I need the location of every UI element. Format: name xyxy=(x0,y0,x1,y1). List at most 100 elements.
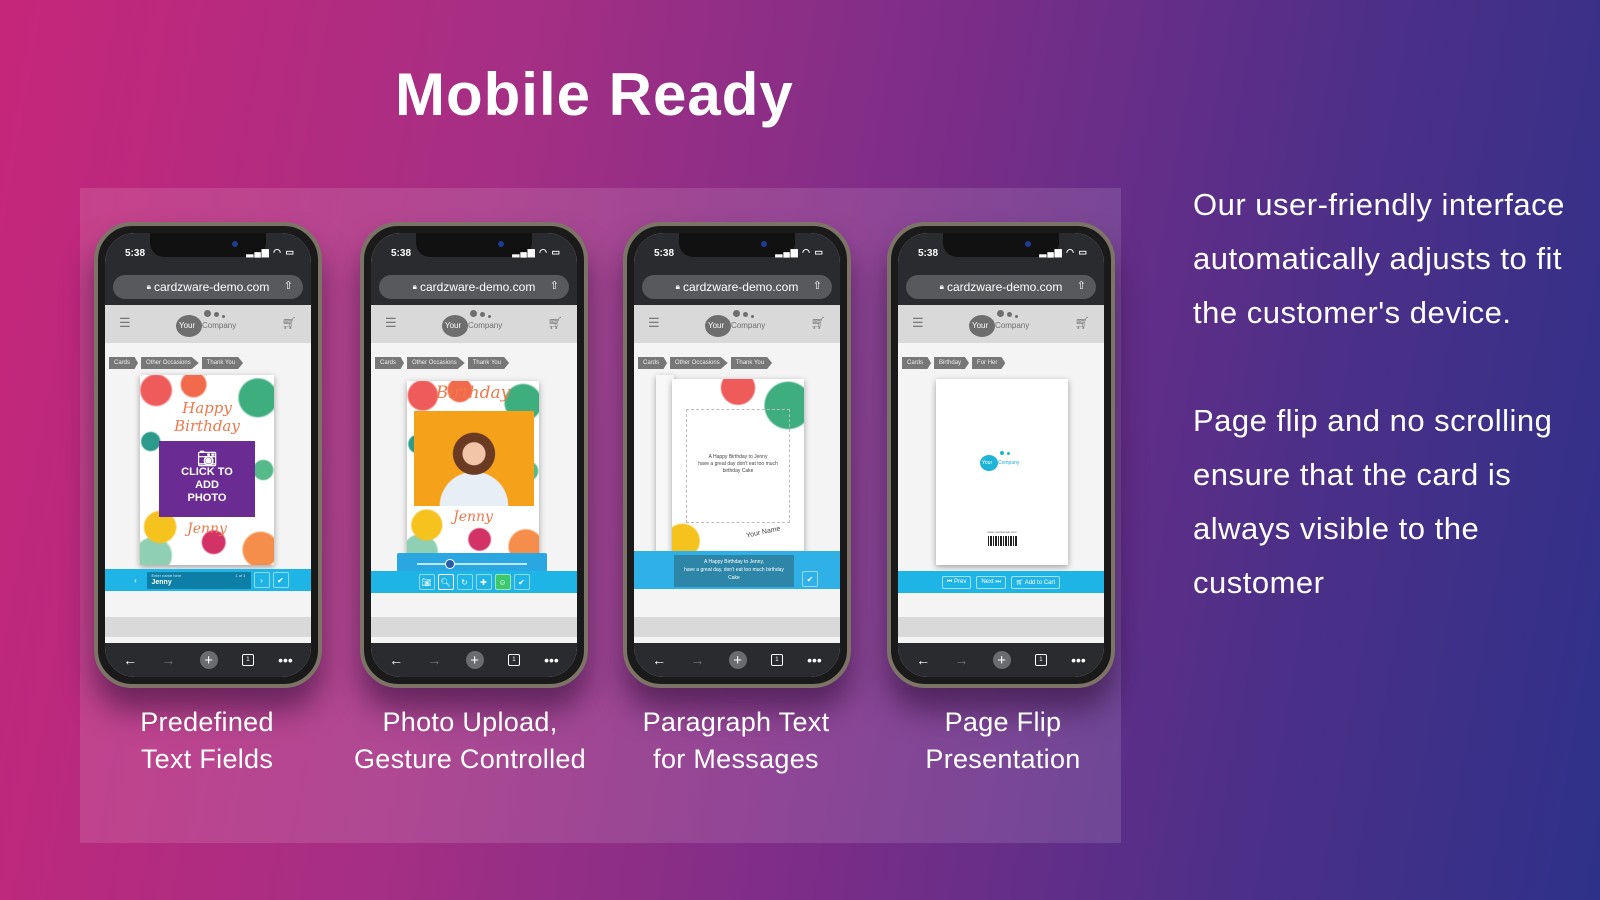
signature[interactable]: Your Name xyxy=(746,525,781,539)
lock-icon: 🔒︎ xyxy=(146,282,151,291)
breadcrumb-item[interactable]: Other Occasions xyxy=(670,357,728,369)
face-icon[interactable]: ☺ xyxy=(494,574,511,590)
breadcrumb-item[interactable]: Thank You xyxy=(730,357,773,369)
more-icon[interactable]: ••• xyxy=(544,652,559,668)
next-field-icon[interactable]: › xyxy=(253,572,270,588)
card-preview[interactable]: Birthday Jenny xyxy=(407,381,539,561)
check-icon[interactable]: ✔ xyxy=(513,574,530,590)
breadcrumb-item[interactable]: Thank You xyxy=(201,357,244,369)
url-bar[interactable]: 🔒︎ cardzware-demo.com ⇧ xyxy=(642,275,832,299)
breadcrumb-item[interactable]: Cards xyxy=(375,357,405,369)
url-bar[interactable]: 🔒︎ cardzware-demo.com ⇧ xyxy=(906,275,1096,299)
share-icon[interactable]: ⇧ xyxy=(813,279,822,292)
hamburger-menu-icon[interactable]: ☰ xyxy=(912,315,924,331)
cart-icon[interactable]: 🛒︎ xyxy=(1075,316,1090,330)
url-bar[interactable]: 🔒︎ cardzware-demo.com ⇧ xyxy=(379,275,569,299)
page-flip-toolbar: ⏮︎ Prev Next ⏭︎ 🛒︎ Add to Cart xyxy=(898,571,1104,593)
description-paragraph: Our user-friendly interface automaticall… xyxy=(1193,187,1565,330)
check-icon[interactable]: ✔ xyxy=(802,571,818,587)
back-icon[interactable]: ← xyxy=(652,652,666,668)
more-icon[interactable]: ••• xyxy=(807,652,822,668)
zoom-slider-track[interactable] xyxy=(417,563,527,565)
zoom-slider-handle[interactable] xyxy=(445,559,455,569)
hamburger-menu-icon[interactable]: ☰ xyxy=(385,315,397,331)
new-tab-icon[interactable]: + xyxy=(728,651,747,669)
photo-toolbar: 📷︎ 🔍︎ ↻ ✚ ☺ ✔ xyxy=(371,571,577,593)
forward-icon[interactable]: → xyxy=(161,652,175,668)
status-bar: 5:38 ▂▄▆ ◠ ▭ xyxy=(105,233,311,271)
company-logo[interactable]: Your Company xyxy=(969,310,1039,338)
card-text-birthday: Birthday xyxy=(435,383,511,403)
tabs-icon[interactable]: 1 xyxy=(507,654,520,666)
tabs-icon[interactable]: 1 xyxy=(241,654,254,666)
clock: 5:38 xyxy=(391,248,412,259)
company-logo[interactable]: Your Company xyxy=(705,310,775,338)
breadcrumb-item[interactable]: Other Occasions xyxy=(141,357,199,369)
card-name: Jenny xyxy=(187,521,227,537)
back-icon[interactable]: ← xyxy=(916,652,930,668)
card-inside[interactable]: A Happy Birthday to Jenny have a great d… xyxy=(672,379,804,555)
back-icon[interactable]: ← xyxy=(123,652,137,668)
breadcrumb-item[interactable]: Cards xyxy=(638,357,668,369)
breadcrumb-item[interactable]: Birthday xyxy=(934,357,970,369)
prev-button[interactable]: ⏮︎ Prev xyxy=(941,575,972,589)
camera-icon[interactable]: 📷︎ xyxy=(418,574,435,590)
url-text: cardzware-demo.com xyxy=(153,280,270,294)
new-tab-icon[interactable]: + xyxy=(465,651,484,669)
next-button[interactable]: Next ⏭︎ xyxy=(976,575,1006,589)
new-tab-icon[interactable]: + xyxy=(199,651,218,669)
clock: 5:38 xyxy=(125,248,146,259)
text-field-toolbar: ‹ Enter name here 1 of 1 Jenny › ✔ xyxy=(105,569,311,591)
back-icon[interactable]: ← xyxy=(389,652,403,668)
phone-predefined-text: 5:38 ▂▄▆ ◠ ▭ 🔒︎ cardzware-demo.com ⇧ ☰ You… xyxy=(94,222,322,688)
name-input[interactable]: Enter name here 1 of 1 Jenny xyxy=(146,571,251,589)
breadcrumb-item[interactable]: Thank You xyxy=(467,357,510,369)
forward-icon[interactable]: → xyxy=(427,652,441,668)
description: Our user-friendly interface automaticall… xyxy=(1193,178,1593,664)
breadcrumb-item[interactable]: For Her xyxy=(972,357,1006,369)
lock-icon: 🔒︎ xyxy=(412,282,417,291)
lock-icon: 🔒︎ xyxy=(675,282,680,291)
cart-icon[interactable]: 🛒︎ xyxy=(282,316,297,330)
check-icon[interactable]: ✔ xyxy=(272,572,289,588)
rotate-icon[interactable]: ↻ xyxy=(456,574,473,590)
zoom-icon[interactable]: 🔍︎ xyxy=(437,574,454,590)
page-title: Mobile Ready xyxy=(395,61,794,128)
company-logo[interactable]: Your Company xyxy=(442,310,512,338)
forward-icon[interactable]: → xyxy=(690,652,704,668)
uploaded-photo[interactable] xyxy=(414,411,534,506)
share-icon[interactable]: ⇧ xyxy=(284,279,293,292)
caption-paragraph-text: Paragraph Text for Messages xyxy=(642,707,830,774)
move-icon[interactable]: ✚ xyxy=(475,574,492,590)
add-to-cart-button[interactable]: 🛒︎ Add to Cart xyxy=(1010,575,1061,589)
url-text: cardzware-demo.com xyxy=(682,280,799,294)
description-paragraph: Page flip and no scrolling ensure that t… xyxy=(1193,403,1553,600)
breadcrumb: Cards Other Occasions Thank You xyxy=(634,343,840,369)
tabs-icon[interactable]: 1 xyxy=(1034,654,1047,666)
cart-icon[interactable]: 🛒︎ xyxy=(548,316,563,330)
prev-field-icon[interactable]: ‹ xyxy=(128,572,144,588)
url-bar[interactable]: 🔒︎ cardzware-demo.com ⇧ xyxy=(113,275,303,299)
card-preview[interactable]: Happy Birthday 📷︎ CLICK TO ADD PHOTO Jen… xyxy=(140,375,274,565)
share-icon[interactable]: ⇧ xyxy=(1077,279,1086,292)
status-icons: ▂▄▆ ◠ ▭ xyxy=(512,247,561,257)
share-icon[interactable]: ⇧ xyxy=(550,279,559,292)
company-logo[interactable]: Your Company xyxy=(176,310,246,338)
breadcrumb-item[interactable]: Cards xyxy=(109,357,139,369)
forward-icon[interactable]: → xyxy=(954,652,968,668)
breadcrumb-item[interactable]: Cards xyxy=(902,357,932,369)
message-area[interactable]: A Happy Birthday to Jenny have a great d… xyxy=(686,409,790,523)
card-website: www.yourdomain.com xyxy=(987,530,1017,534)
add-photo-button[interactable]: 📷︎ CLICK TO ADD PHOTO xyxy=(159,441,255,517)
cart-icon[interactable]: 🛒︎ xyxy=(811,316,826,330)
card-back[interactable]: Your Company www.yourdomain.com xyxy=(936,379,1068,565)
hamburger-menu-icon[interactable]: ☰ xyxy=(119,315,131,331)
more-icon[interactable]: ••• xyxy=(1071,652,1086,668)
tabs-icon[interactable]: 1 xyxy=(770,654,783,666)
card-name: Jenny xyxy=(453,509,493,525)
message-editor[interactable]: A Happy Birthday to Jenny, have a great … xyxy=(674,555,794,587)
breadcrumb-item[interactable]: Other Occasions xyxy=(407,357,465,369)
more-icon[interactable]: ••• xyxy=(278,652,293,668)
new-tab-icon[interactable]: + xyxy=(992,651,1011,669)
hamburger-menu-icon[interactable]: ☰ xyxy=(648,315,660,331)
